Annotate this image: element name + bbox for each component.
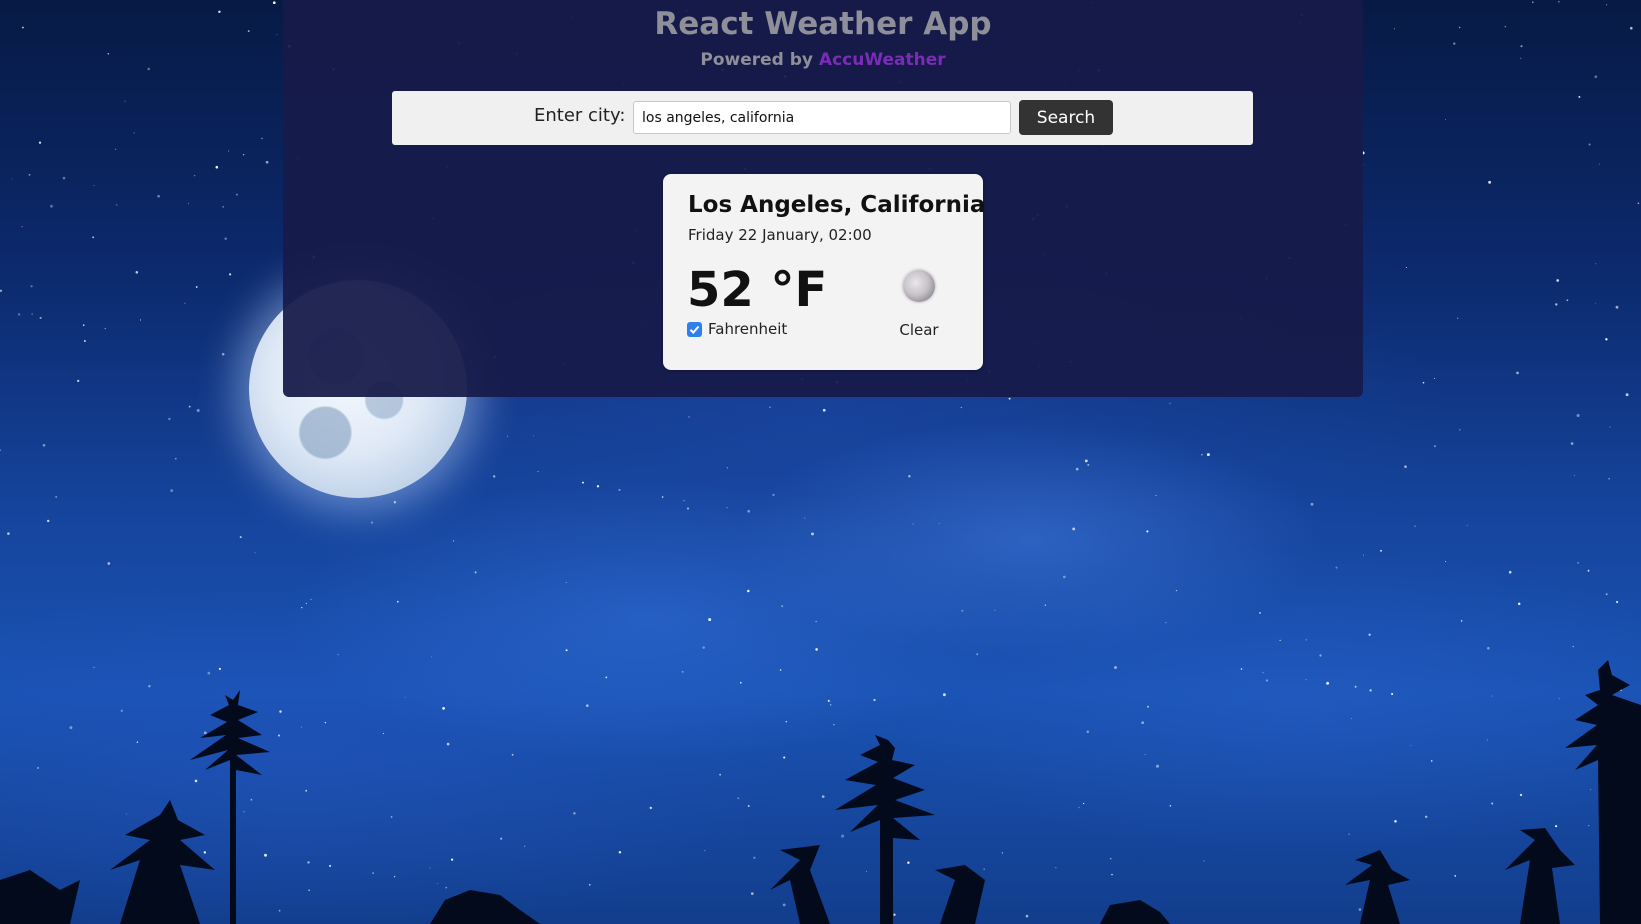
app-title: React Weather App — [654, 6, 992, 42]
accuweather-link[interactable]: AccuWeather — [819, 50, 946, 70]
header-panel: React Weather App Powered by AccuWeather… — [283, 0, 1363, 397]
city-input-label: Enter city: — [534, 105, 626, 126]
weather-app-page: React Weather App Powered by AccuWeather… — [0, 0, 1641, 924]
powered-by-line: Powered by AccuWeather — [283, 50, 1363, 70]
powered-by-label: Powered by — [700, 50, 813, 70]
fahrenheit-checkbox[interactable] — [687, 321, 702, 337]
checkmark-icon — [689, 325, 700, 334]
weather-condition: Clear — [899, 321, 939, 339]
search-button[interactable]: Search — [1019, 100, 1113, 135]
city-search-input[interactable] — [633, 101, 1011, 134]
fahrenheit-label: Fahrenheit — [708, 320, 788, 338]
moon-icon — [903, 270, 935, 302]
fahrenheit-toggle[interactable]: Fahrenheit — [687, 320, 787, 338]
city-name: Los Angeles, California — [688, 192, 986, 218]
date-time: Friday 22 January, 02:00 — [688, 226, 872, 244]
search-bar: Enter city: Search — [392, 91, 1253, 145]
temperature-value: 52 °F — [687, 262, 828, 318]
weather-card: Los Angeles, California Friday 22 Januar… — [663, 174, 986, 370]
